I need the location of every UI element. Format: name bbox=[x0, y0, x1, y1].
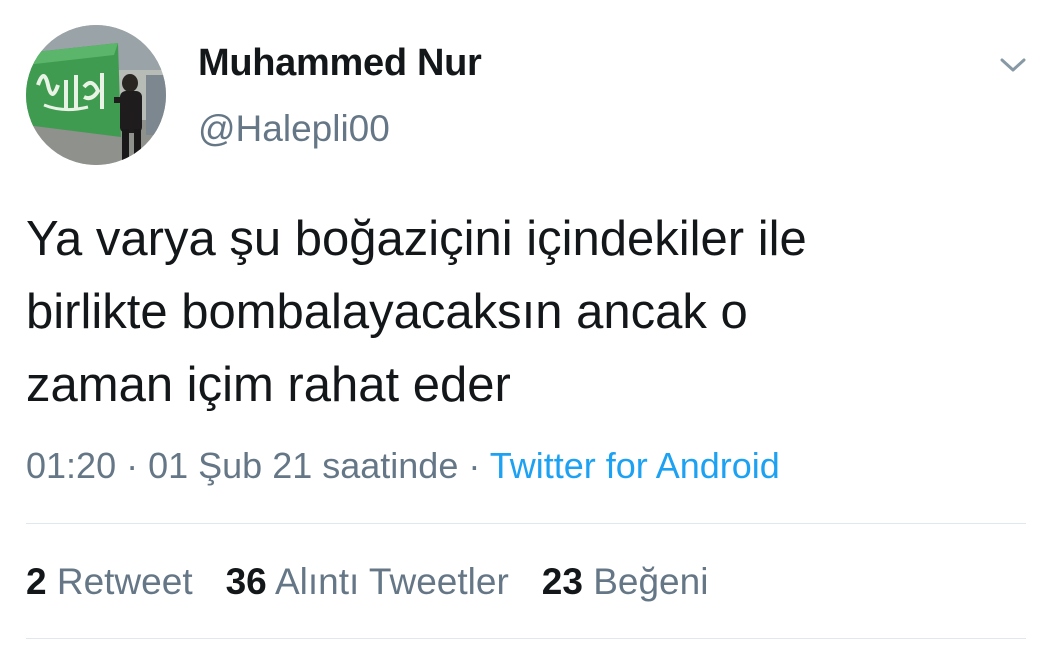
meta-separator: · bbox=[458, 445, 490, 486]
tweet-meta: 01:20 · 01 Şub 21 saatinde · Twitter for… bbox=[26, 445, 780, 487]
tweet-date[interactable]: 01 Şub 21 saatinde bbox=[148, 445, 458, 486]
tweet-text: Ya varya şu boğaziçini içindekiler ile b… bbox=[26, 203, 1026, 422]
meta-separator: · bbox=[116, 445, 149, 486]
tweet-stats: 2 Retweet 36 Alıntı Tweetler 23 Beğeni bbox=[26, 561, 708, 603]
display-name[interactable]: Muhammed Nur bbox=[198, 42, 482, 85]
likes-stat[interactable]: 23 Beğeni bbox=[542, 561, 709, 603]
tweet-text-line: birlikte bombalayacaksın ancak o bbox=[26, 285, 748, 339]
likes-label: Beğeni bbox=[593, 561, 709, 602]
tweet-source-link[interactable]: Twitter for Android bbox=[490, 445, 780, 486]
quote-tweets-label: Alıntı Tweetler bbox=[275, 561, 509, 602]
retweets-label: Retweet bbox=[56, 561, 193, 602]
retweets-count: 2 bbox=[26, 561, 47, 602]
quote-tweets-count: 36 bbox=[225, 561, 267, 602]
tweet-text-line: zaman içim rahat eder bbox=[26, 358, 511, 412]
divider bbox=[26, 638, 1026, 639]
user-handle[interactable]: @Halepli00 bbox=[198, 108, 390, 150]
tweet-text-line: Ya varya şu boğaziçini içindekiler ile bbox=[26, 212, 807, 266]
chevron-down-icon[interactable] bbox=[996, 50, 1030, 80]
divider bbox=[26, 523, 1026, 524]
avatar[interactable] bbox=[26, 25, 166, 165]
retweets-stat[interactable]: 2 Retweet bbox=[26, 561, 193, 603]
tweet-time[interactable]: 01:20 bbox=[26, 445, 116, 486]
quote-tweets-stat[interactable]: 36 Alıntı Tweetler bbox=[226, 561, 509, 603]
likes-count: 23 bbox=[541, 561, 583, 602]
